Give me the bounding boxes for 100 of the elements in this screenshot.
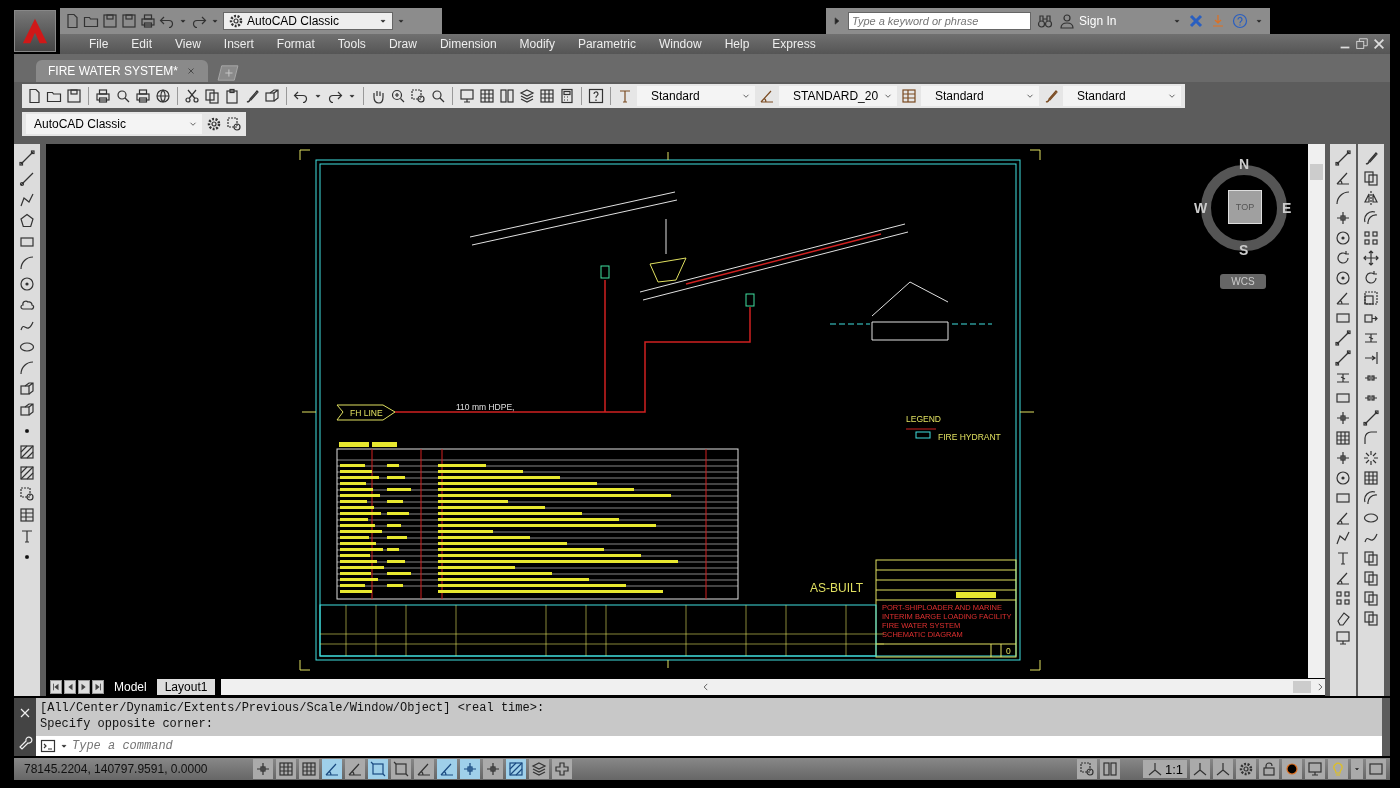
erase-icon[interactable] — [1335, 610, 1351, 626]
arc-icon[interactable] — [19, 255, 35, 271]
circle-icon[interactable] — [1335, 470, 1351, 486]
workspace-dropdown[interactable]: AutoCAD Classic — [26, 114, 202, 134]
extend-icon[interactable] — [1363, 350, 1379, 366]
menu-item[interactable]: View — [164, 37, 213, 51]
crosshair-icon[interactable] — [1335, 410, 1351, 426]
angle-icon[interactable] — [345, 759, 365, 779]
crosshair-icon[interactable] — [253, 759, 273, 779]
polyline-icon[interactable] — [19, 192, 35, 208]
globe-icon[interactable] — [155, 88, 171, 104]
application-menu-button[interactable] — [14, 10, 56, 52]
scissors-icon[interactable] — [184, 88, 200, 104]
command-menu-button[interactable] — [36, 736, 72, 756]
block-icon[interactable] — [19, 381, 35, 397]
style-dropdown[interactable]: Standard — [1063, 86, 1181, 106]
grid-icon[interactable] — [1363, 470, 1379, 486]
line-icon[interactable] — [1335, 150, 1351, 166]
grid-icon[interactable] — [299, 759, 319, 779]
ellipse-icon[interactable] — [1363, 510, 1379, 526]
tab-navigation-icon[interactable] — [50, 680, 62, 694]
close-icon[interactable] — [1372, 37, 1386, 51]
gear-icon[interactable] — [1236, 759, 1256, 779]
menu-item[interactable]: Edit — [120, 37, 165, 51]
grid-icon[interactable] — [276, 759, 296, 779]
square-icon[interactable] — [368, 759, 388, 779]
horizontal-scrollbar[interactable] — [221, 679, 1325, 695]
angle-icon[interactable] — [322, 759, 342, 779]
polygon-icon[interactable] — [19, 213, 35, 229]
angle-icon[interactable] — [437, 759, 457, 779]
tab-navigation-icon[interactable] — [92, 680, 104, 694]
angle-icon[interactable] — [1335, 290, 1351, 306]
crosshair-icon[interactable] — [483, 759, 503, 779]
gear-icon[interactable] — [206, 116, 222, 132]
angle-icon[interactable] — [414, 759, 434, 779]
offset-icon[interactable] — [1363, 210, 1379, 226]
wrench-icon[interactable] — [17, 733, 33, 750]
hatch-icon[interactable] — [19, 444, 35, 460]
sign-in-button[interactable]: Sign In — [1059, 13, 1166, 29]
hand-icon[interactable] — [370, 88, 386, 104]
lock-icon[interactable] — [1259, 759, 1279, 779]
scale-icon[interactable] — [1363, 290, 1379, 306]
menu-item[interactable]: Parametric — [566, 37, 648, 51]
tab-navigation-icon[interactable] — [64, 680, 76, 694]
circle-icon[interactable] — [19, 276, 35, 292]
document-tab[interactable]: FIRE WATER SYSTEM* — [36, 60, 208, 82]
copy-icon[interactable] — [1363, 550, 1379, 566]
fillet-icon[interactable] — [1363, 430, 1379, 446]
text-icon[interactable] — [19, 528, 35, 544]
magnifier-icon[interactable] — [430, 88, 446, 104]
grid-icon[interactable] — [1335, 430, 1351, 446]
hatch-icon[interactable] — [19, 465, 35, 481]
block-icon[interactable] — [19, 402, 35, 418]
rectangle-icon[interactable] — [19, 234, 35, 250]
window-icon[interactable] — [410, 88, 426, 104]
offset-icon[interactable] — [1363, 490, 1379, 506]
layout-tab[interactable]: Layout1 — [156, 679, 216, 695]
array-icon[interactable] — [1363, 230, 1379, 246]
clipboard-icon[interactable] — [224, 88, 240, 104]
layers-icon[interactable] — [529, 759, 549, 779]
plus-icon[interactable] — [552, 759, 572, 779]
arc-icon[interactable] — [19, 360, 35, 376]
angle-icon[interactable] — [1335, 570, 1351, 586]
text-icon[interactable] — [617, 88, 633, 104]
line-icon[interactable] — [1335, 330, 1351, 346]
copy-icon[interactable] — [204, 88, 220, 104]
circle-icon[interactable] — [1335, 270, 1351, 286]
copy-icon[interactable] — [1363, 590, 1379, 606]
rectangle-icon[interactable] — [1335, 390, 1351, 406]
printer-icon[interactable] — [95, 88, 111, 104]
crosshair-icon[interactable] — [1335, 450, 1351, 466]
style-dropdown[interactable]: STANDARD_20 — [779, 86, 897, 106]
menu-item[interactable]: File — [78, 37, 121, 51]
arc-icon[interactable] — [1335, 190, 1351, 206]
ellipse-icon[interactable] — [19, 339, 35, 355]
compass-north[interactable]: N — [1239, 156, 1250, 172]
window-icon[interactable] — [19, 486, 35, 502]
menu-item[interactable]: Window — [647, 37, 714, 51]
fullscreen-icon[interactable] — [1366, 759, 1386, 779]
angle-icon[interactable] — [1335, 170, 1351, 186]
rotate-icon[interactable] — [1363, 270, 1379, 286]
style-dropdown[interactable]: Standard — [637, 86, 755, 106]
monitor-icon[interactable] — [1335, 630, 1351, 646]
move-icon[interactable] — [1363, 250, 1379, 266]
menu-item[interactable]: Draw — [377, 37, 429, 51]
cloud-icon[interactable] — [19, 297, 35, 313]
grid-icon[interactable] — [479, 88, 495, 104]
menu-item[interactable]: Format — [265, 37, 327, 51]
grid-icon[interactable] — [539, 88, 555, 104]
angle-icon[interactable] — [759, 88, 775, 104]
vertical-scrollbar[interactable] — [1308, 144, 1325, 679]
ucs-menu-button[interactable]: WCS — [1220, 274, 1266, 289]
compass-east[interactable]: E — [1282, 200, 1292, 216]
menu-item[interactable]: Modify — [508, 37, 567, 51]
copy-icon[interactable] — [1363, 570, 1379, 586]
zoom-icon[interactable] — [390, 88, 406, 104]
hatch-icon[interactable] — [506, 759, 526, 779]
line-icon[interactable] — [1335, 350, 1351, 366]
annotation-scale-button[interactable]: 1:1 — [1142, 760, 1187, 778]
menu-item[interactable]: Insert — [212, 37, 266, 51]
